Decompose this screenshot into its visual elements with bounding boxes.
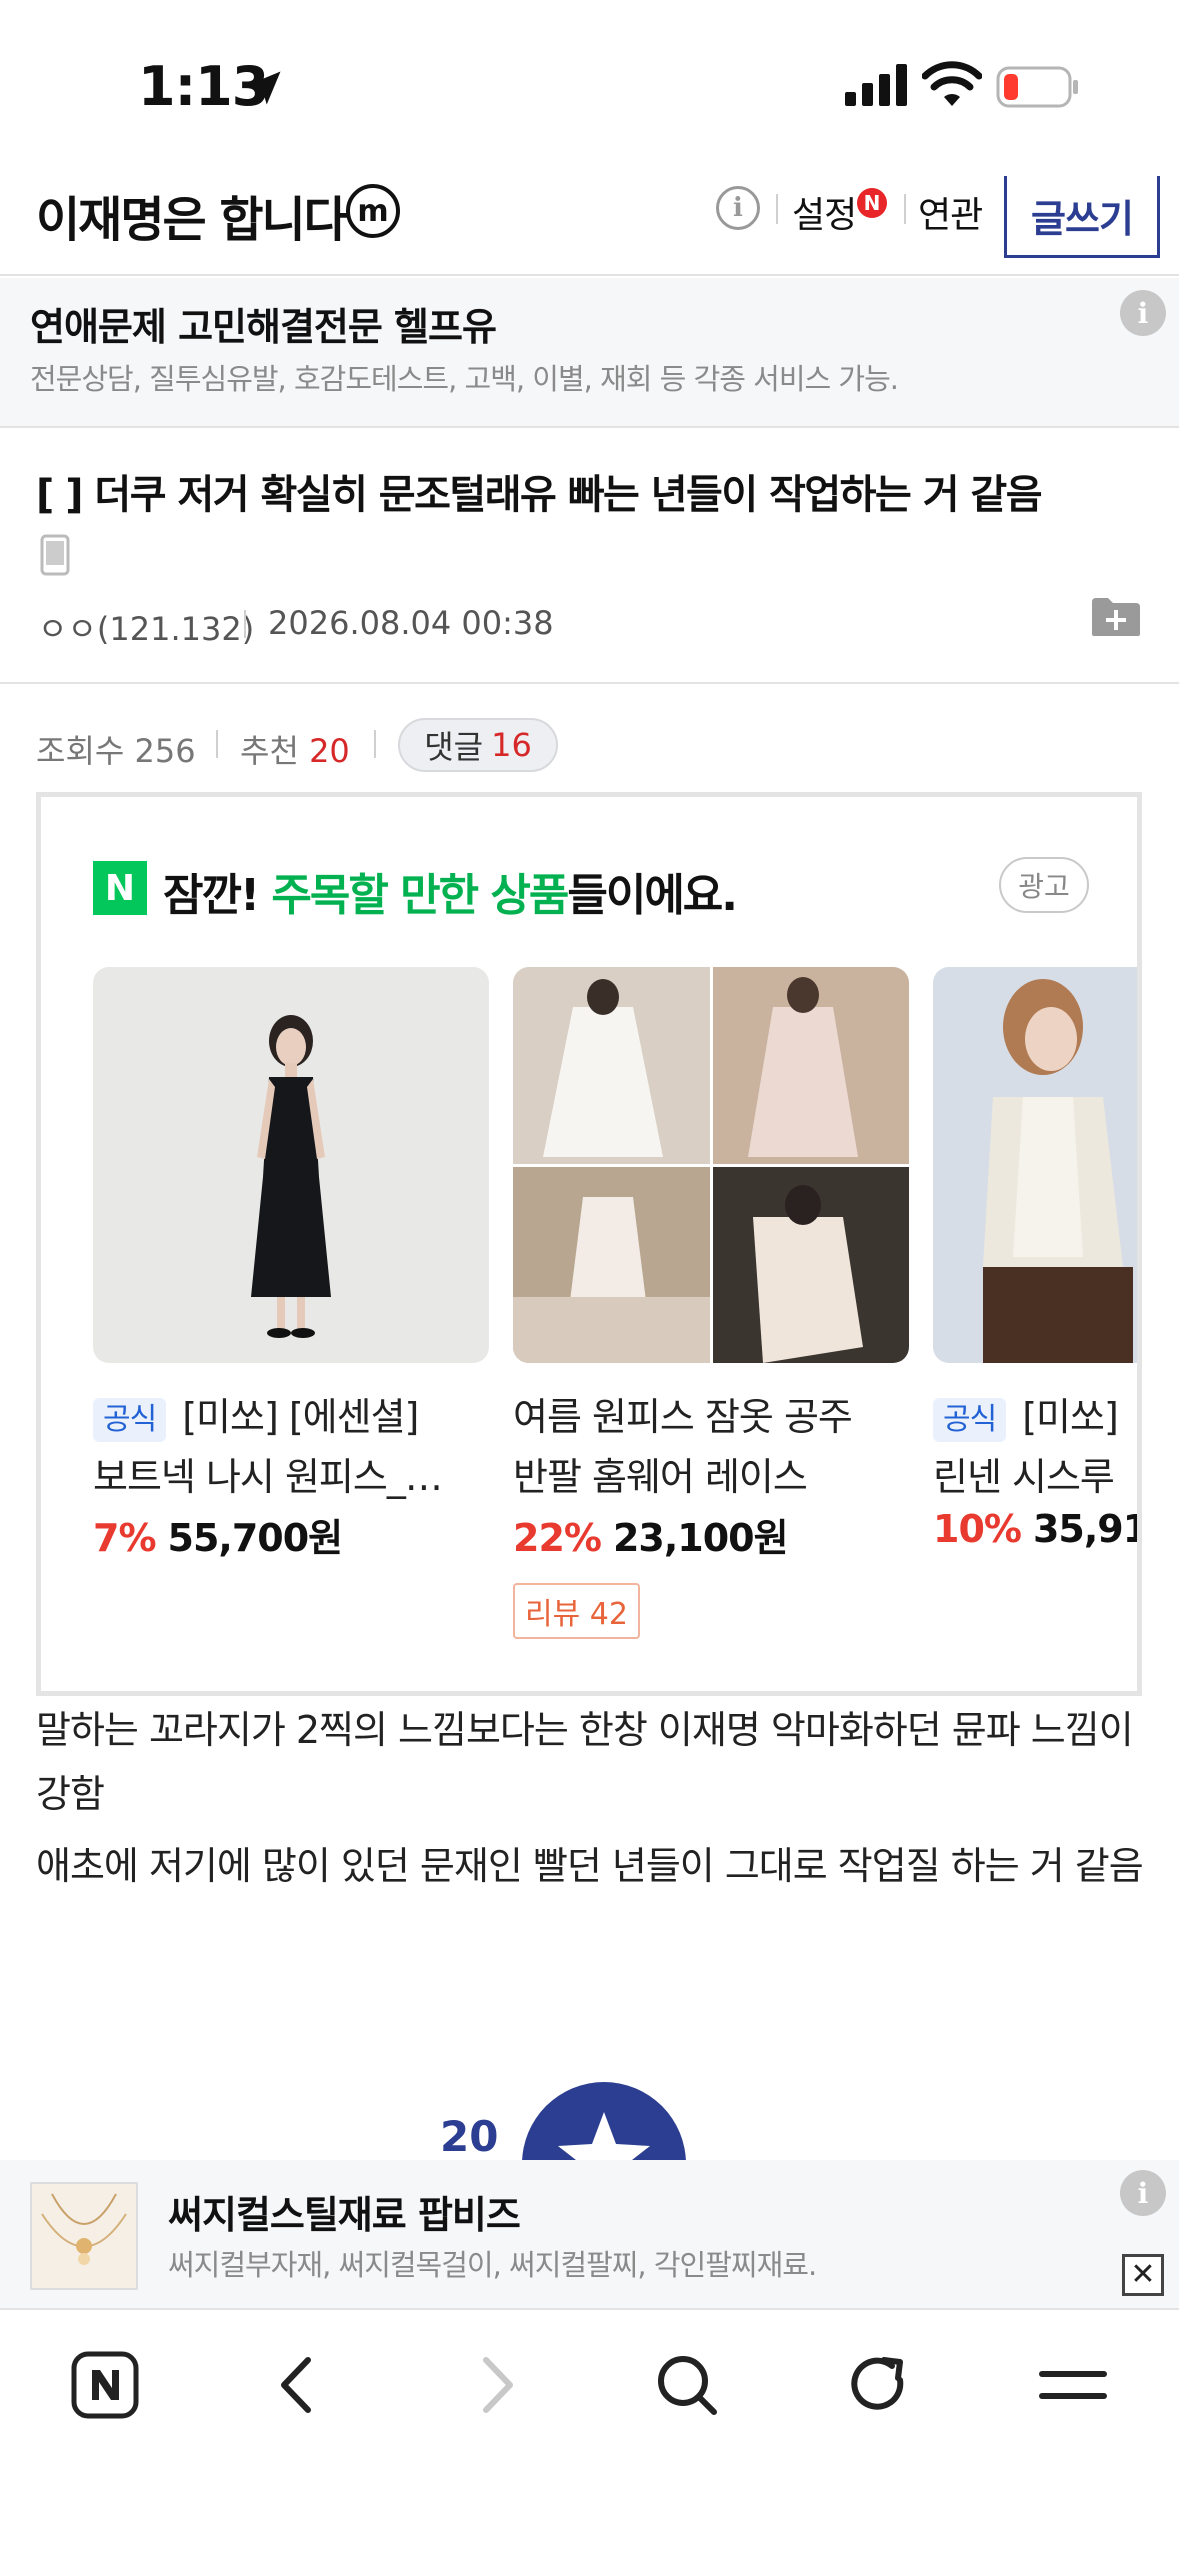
headline-green: 주목할 만한 상품 <box>271 870 569 921</box>
review-count-badge: 리뷰 42 <box>513 1583 640 1639</box>
meta-separator <box>244 610 246 638</box>
bottom-ad-title[interactable]: 써지컬스틸재료 팝비즈 <box>168 2184 521 2239</box>
views-stat: 조회수 256 <box>36 726 196 772</box>
product-card[interactable]: 여름 원피스 잠옷 공주 반팔 홈웨어 레이스 22% 23,100원 리뷰 42 <box>513 967 909 1657</box>
refresh-icon[interactable] <box>844 2350 914 2420</box>
product-name[interactable]: 여름 원피스 잠옷 공주 반팔 홈웨어 레이스 <box>513 1387 909 1507</box>
product-price: 10% 35,91 <box>933 1507 1142 1551</box>
views-count: 256 <box>134 732 196 770</box>
official-badge: 공식 <box>933 1397 1007 1442</box>
comments-button[interactable]: 댓글 16 <box>398 718 558 772</box>
recommend-count: 20 <box>309 732 350 770</box>
write-post-button[interactable]: 글쓰기 <box>1004 176 1160 258</box>
browser-toolbar <box>0 2312 1179 2556</box>
stat-separator <box>374 730 376 758</box>
product-price-value: 55,700원 <box>167 1516 344 1560</box>
product-discount: 10% <box>933 1507 1022 1551</box>
ad-label-button[interactable]: 광고 <box>999 857 1089 913</box>
top-ad-description[interactable]: 전문상담, 질투심유발, 호감도테스트, 고백, 이별, 재회 등 각종 서비스… <box>30 356 899 398</box>
post-body-paragraph: 말하는 꼬라지가 2찍의 느낌보다는 한창 이재명 악마화하던 뮨파 느낌이 강… <box>36 1708 1134 1816</box>
comments-count: 16 <box>491 726 532 764</box>
product-ad-box: N 잠깐! 주목할 만한 상품들이에요. 광고 공식 [미쏘] [에센셜] 보트… <box>36 792 1142 1696</box>
product-discount: 22% <box>513 1516 602 1560</box>
wifi-icon <box>922 61 982 106</box>
forward-arrow-icon[interactable] <box>460 2350 530 2420</box>
close-ad-button[interactable]: ✕ <box>1122 2254 1164 2296</box>
views-label: 조회수 <box>36 732 125 770</box>
product-price-value: 23,100원 <box>612 1516 789 1560</box>
cellular-signal-icon <box>845 64 907 106</box>
post-author[interactable]: ㅇㅇ(121.132) <box>38 604 254 650</box>
menu-icon[interactable] <box>1038 2350 1108 2420</box>
product-price: 22% 23,100원 <box>513 1507 789 1562</box>
product-name-line2: 린넨 시스루 <box>933 1455 1115 1499</box>
naver-home-icon[interactable] <box>70 2350 140 2420</box>
mobile-phone-icon <box>40 534 70 576</box>
header-separator <box>904 194 906 224</box>
search-icon[interactable] <box>652 2350 722 2420</box>
settings-link[interactable]: 설정 <box>792 186 857 238</box>
ad-info-icon[interactable]: i <box>1120 290 1166 336</box>
naver-logo-icon: N <box>93 861 147 915</box>
minor-gallery-badge: m <box>346 184 400 238</box>
location-arrow-icon <box>247 71 281 105</box>
gallery-title[interactable]: 이재명은 합니다 <box>36 180 348 250</box>
recommend-stat: 추천 20 <box>240 726 350 772</box>
nightgown-collage-image <box>513 967 909 1363</box>
product-image[interactable] <box>93 967 489 1363</box>
official-badge: 공식 <box>93 1397 167 1442</box>
related-link[interactable]: 연관 <box>918 186 983 238</box>
product-image[interactable] <box>513 967 909 1363</box>
product-discount: 7% <box>93 1516 157 1560</box>
headline-post: 들이에요. <box>567 870 738 921</box>
post-date: 2026.08.04 00:38 <box>268 604 554 642</box>
ad-info-icon[interactable]: i <box>1120 2170 1166 2216</box>
necklace-image <box>32 2184 136 2288</box>
bottom-ad-thumbnail[interactable] <box>30 2182 138 2290</box>
folder-add-icon[interactable] <box>1090 596 1142 638</box>
product-name[interactable]: 공식 [미쏘] [에센셜] 보트넥 나시 원피스_… <box>93 1387 489 1507</box>
product-price-value: 35,91 <box>1032 1507 1142 1551</box>
product-carousel[interactable]: 공식 [미쏘] [에센셜] 보트넥 나시 원피스_… 7% 55,700원 여름… <box>93 967 1142 1667</box>
back-arrow-icon[interactable] <box>264 2350 334 2420</box>
product-name-line1: 여름 원피스 잠옷 공주 <box>513 1395 853 1439</box>
cardigan-model-image <box>933 967 1137 1363</box>
battery-low-icon <box>996 66 1078 108</box>
stat-separator <box>216 730 218 758</box>
comments-label: 댓글 <box>424 728 484 766</box>
product-price: 7% 55,700원 <box>93 1507 344 1562</box>
product-card[interactable]: 공식 [미쏘] [에센셜] 보트넥 나시 원피스_… 7% 55,700원 <box>93 967 489 1657</box>
headline-pre: 잠깐! <box>163 870 272 921</box>
black-dress-image <box>93 967 489 1363</box>
product-name-line1: [미쏘] <box>1022 1395 1119 1439</box>
divider <box>0 682 1179 684</box>
status-bar: 1:13 <box>0 0 1179 170</box>
bottom-ad-description[interactable]: 써지컬부자재, 써지컬목걸이, 써지컬팔찌, 각인팔찌재료. <box>168 2242 817 2284</box>
top-ad-title[interactable]: 연애문제 고민해결전문 헬프유 <box>30 296 497 351</box>
product-ad-headline: 잠깐! 주목할 만한 상품들이에요. <box>163 859 738 923</box>
product-image[interactable] <box>933 967 1137 1363</box>
info-icon[interactable]: i <box>716 186 760 230</box>
product-name-line1: [미쏘] [에센셜] <box>182 1395 419 1439</box>
product-name-line2: 반팔 홈웨어 레이스 <box>513 1455 808 1499</box>
recommend-label: 추천 <box>240 732 299 770</box>
product-card[interactable]: 공식 [미쏘] 린넨 시스루 10% 35,91 <box>933 967 1142 1657</box>
product-name[interactable]: 공식 [미쏘] 린넨 시스루 <box>933 1387 1137 1507</box>
new-badge: N <box>857 188 887 218</box>
product-name-line2: 보트넥 나시 원피스_… <box>93 1455 443 1499</box>
header-separator <box>776 194 778 224</box>
post-title: [ ] 더쿠 저거 확실히 문조털래유 빠는 년들이 작업하는 거 같음 <box>36 472 1043 518</box>
post-body-paragraph: 애초에 저기에 많이 있던 문재인 빨던 년들이 그대로 작업질 하는 거 같음 <box>36 1844 1144 1888</box>
recommend-count-label: 20 <box>440 2112 499 2161</box>
